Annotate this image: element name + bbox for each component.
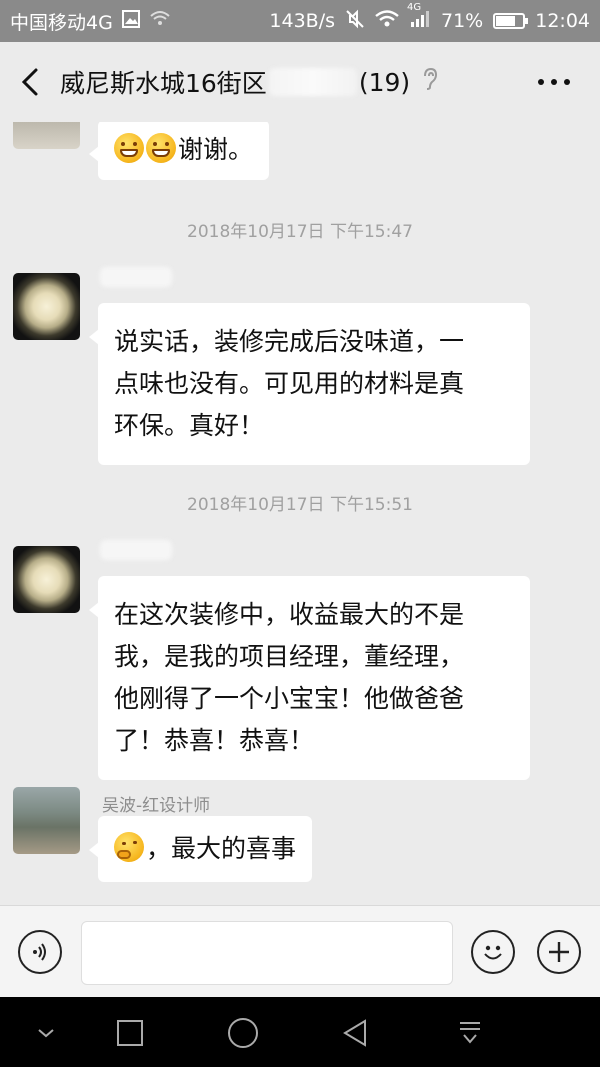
redacted-sender-name bbox=[100, 540, 172, 560]
message-input[interactable] bbox=[81, 921, 453, 985]
voice-icon bbox=[33, 943, 46, 961]
pull-down-icon bbox=[460, 1022, 480, 1044]
message-list[interactable]: 谢谢。 2018年10月17日 下午15:47 说实话，装修完成后没味道，一 点… bbox=[0, 122, 600, 905]
more-dots-icon bbox=[538, 79, 570, 85]
grinning-face-icon bbox=[114, 133, 144, 163]
mute-icon bbox=[345, 9, 365, 34]
back-button[interactable] bbox=[0, 42, 60, 122]
recent-apps-button[interactable] bbox=[112, 1015, 148, 1051]
avatar[interactable] bbox=[13, 122, 80, 149]
input-bar bbox=[0, 905, 600, 997]
avatar[interactable] bbox=[13, 787, 80, 854]
message-bubble[interactable]: 在这次装修中，收益最大的不是 我，是我的项目经理，董经理， 他刚得了一个小宝宝！… bbox=[89, 576, 530, 780]
image-notification-icon bbox=[121, 9, 141, 34]
message-bubble[interactable]: 说实话，装修完成后没味道，一 点味也没有。可见用的材料是真 环保。真好！ bbox=[89, 303, 530, 465]
wifi-hotspot-icon bbox=[149, 10, 171, 33]
home-button[interactable] bbox=[225, 1015, 261, 1051]
group-name: 威尼斯水城16街区 bbox=[60, 69, 267, 98]
more-options-button[interactable] bbox=[534, 66, 574, 98]
notification-pulldown-button[interactable] bbox=[452, 1015, 488, 1051]
cellular-signal-icon: 4G bbox=[407, 2, 431, 33]
back-nav-button[interactable] bbox=[338, 1015, 374, 1051]
system-nav-bar bbox=[0, 997, 600, 1067]
signal-label: 4G bbox=[407, 1, 422, 13]
voice-input-button[interactable] bbox=[18, 930, 62, 974]
chat-header: 威尼斯水城16街区 (19) bbox=[0, 42, 600, 122]
status-bar: 中国移动4G 143B/s 4G 71% 12:04 bbox=[0, 0, 600, 42]
smiley-icon bbox=[484, 945, 502, 960]
triangle-back-icon bbox=[343, 1019, 366, 1047]
battery-icon bbox=[493, 13, 529, 29]
battery-percent: 71% bbox=[441, 10, 484, 32]
avatar[interactable] bbox=[13, 273, 80, 340]
carrier-label: 中国移动4G bbox=[10, 11, 113, 34]
chevron-left-icon bbox=[21, 68, 38, 96]
circle-icon bbox=[228, 1018, 258, 1048]
message-bubble[interactable]: ，最大的喜事 bbox=[88, 816, 313, 882]
message-line: 说实话，装修完成后没味道，一 bbox=[114, 327, 465, 356]
thinking-face-icon bbox=[114, 832, 144, 862]
net-speed: 143B/s bbox=[269, 10, 335, 32]
more-functions-button[interactable] bbox=[537, 930, 581, 974]
plus-icon bbox=[549, 942, 569, 962]
timestamp: 2018年10月17日 下午15:51 bbox=[187, 495, 413, 515]
message-text: 谢谢。 bbox=[178, 135, 254, 164]
redacted-sender-name bbox=[100, 267, 172, 287]
message-line: 在这次装修中，收益最大的不是 bbox=[114, 600, 465, 629]
clock: 12:04 bbox=[535, 10, 590, 32]
message-line: 了！恭喜！恭喜！ bbox=[114, 726, 315, 755]
message-text: ，最大的喜事 bbox=[146, 834, 297, 863]
chat-title: 威尼斯水城16街区 (19) bbox=[60, 64, 438, 100]
message-line: 他刚得了一个小宝宝！他做爸爸 bbox=[114, 684, 465, 713]
timestamp: 2018年10月17日 下午15:47 bbox=[187, 222, 413, 242]
message-line: 环保。真好！ bbox=[114, 411, 265, 440]
redacted-text bbox=[268, 68, 357, 96]
square-icon bbox=[117, 1020, 143, 1046]
sender-name: 吴波-红设计师 bbox=[102, 796, 211, 816]
wifi-icon bbox=[375, 9, 399, 33]
emoji-button[interactable] bbox=[471, 930, 515, 974]
nav-collapse-button[interactable] bbox=[28, 1015, 64, 1051]
ear-icon bbox=[422, 67, 438, 97]
grinning-face-icon bbox=[146, 133, 176, 163]
avatar[interactable] bbox=[13, 546, 80, 613]
message-line: 点味也没有。可见用的材料是真 bbox=[114, 369, 465, 398]
chevron-down-icon bbox=[38, 1029, 54, 1038]
message-bubble[interactable]: 谢谢。 bbox=[88, 122, 270, 180]
message-line: 我，是我的项目经理，董经理， bbox=[114, 642, 465, 671]
member-count: (19) bbox=[358, 67, 411, 97]
